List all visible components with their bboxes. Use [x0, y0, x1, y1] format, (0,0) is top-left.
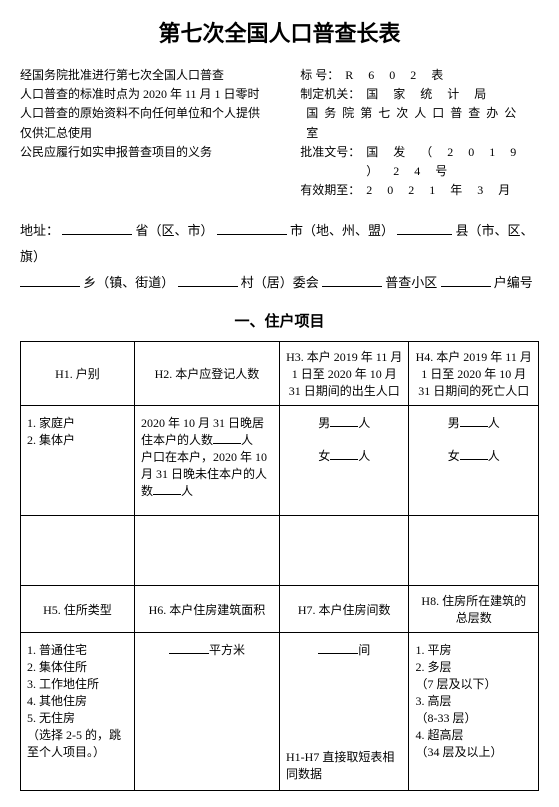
th-h8: H8. 住房所在建筑的总层数 [409, 586, 539, 633]
th-h2: H2. 本户应登记人数 [134, 342, 279, 406]
unit: 平方米 [209, 643, 245, 657]
unit: 人 [358, 416, 370, 430]
option: 2. 集体住所 [27, 658, 128, 675]
section-title: 一、住户项目 [20, 310, 539, 331]
table-household-top: H1. 户别 H2. 本户应登记人数 H3. 本户 2019 年 11 月 1 … [20, 341, 539, 586]
option: 1. 普通住宅 [27, 641, 128, 658]
cell-empty [134, 516, 279, 586]
option: 3. 高层 [415, 692, 532, 709]
th-h3: H3. 本户 2019 年 11 月 1 日至 2020 年 10 月 31 日… [279, 342, 409, 406]
header-left-line: 仅供汇总使用 [20, 124, 290, 143]
note: （34 层及以上） [415, 743, 532, 760]
cell-h1: 1. 家庭户 2. 集体户 [21, 406, 135, 516]
hr-value: 国 发 （ 2 0 1 9 ） 2 4 号 [360, 143, 539, 181]
cell-h4: 男人 女人 [409, 406, 539, 516]
cell-h5: 1. 普通住宅 2. 集体住所 3. 工作地住所 4. 其他住房 5. 无住房 … [21, 633, 135, 791]
hr-label: 有效期至： [300, 181, 360, 200]
header-left-line: 经国务院批准进行第七次全国人口普查 [20, 66, 290, 85]
cell-h2: 2020 年 10 月 31 日晚居住本户的人数人 户口在本户，2020 年 1… [134, 406, 279, 516]
text: 人 [241, 433, 253, 447]
label-female: 女 [448, 449, 460, 463]
address-block: 地址： 省（区、市） 市（地、州、盟） 县（市、区、旗） 乡（镇、街道） 村（居… [20, 218, 539, 296]
header-left: 经国务院批准进行第七次全国人口普查 人口普查的标准时点为 2020 年 11 月… [20, 66, 290, 200]
option: 5. 无住房 [27, 709, 128, 726]
text: 人 [181, 484, 193, 498]
hr-value: 国 家 统 计 局 [360, 85, 492, 104]
addr-label: 村（居）委会 [241, 275, 319, 290]
th-h7: H7. 本户住房间数 [279, 586, 409, 633]
note: H1-H7 直接取短表相同数据 [286, 748, 403, 782]
header-left-line: 人口普查的标准时点为 2020 年 11 月 1 日零时 [20, 85, 290, 104]
addr-label: 地址： [20, 223, 59, 238]
cell-empty [21, 516, 135, 586]
unit: 间 [358, 643, 370, 657]
addr-label: 普查小区 [385, 275, 437, 290]
cell-empty [279, 516, 409, 586]
addr-label: 省（区、市） [136, 223, 214, 238]
cell-h6: 平方米 [134, 633, 279, 791]
hr-value: 2 0 2 1 年 3 月 [360, 181, 516, 200]
option: 2. 多层 [415, 658, 532, 675]
addr-label: 乡（镇、街道） [83, 275, 174, 290]
th-h4: H4. 本户 2019 年 11 月 1 日至 2020 年 10 月 31 日… [409, 342, 539, 406]
header-right: 标 号：R 6 0 2 表 制定机关：国 家 统 计 局 国务院第七次人口普查办… [300, 66, 539, 200]
option: 4. 其他住房 [27, 692, 128, 709]
unit: 人 [488, 416, 500, 430]
th-h1: H1. 户别 [21, 342, 135, 406]
hr-label: 批准文号： [300, 143, 360, 181]
option: 3. 工作地住所 [27, 675, 128, 692]
addr-label: 户编号 [494, 275, 533, 290]
option: 1. 家庭户 [27, 414, 128, 431]
cell-h7: 间 H1-H7 直接取短表相同数据 [279, 633, 409, 791]
unit: 人 [358, 449, 370, 463]
option: 2. 集体户 [27, 431, 128, 448]
note: （选择 2-5 的，跳至个人项目。） [27, 726, 128, 760]
note: （8-33 层） [415, 709, 532, 726]
unit: 人 [488, 449, 500, 463]
hr-value: 国务院第七次人口普查办公室 [300, 104, 539, 142]
addr-label: 市（地、州、盟） [290, 223, 394, 238]
label-male: 男 [448, 416, 460, 430]
note: （7 层及以下） [415, 675, 532, 692]
cell-empty [409, 516, 539, 586]
label-male: 男 [318, 416, 330, 430]
hr-value: R 6 0 2 表 [339, 66, 449, 85]
option: 4. 超高层 [415, 726, 532, 743]
header-left-line: 人口普查的原始资料不向任何单位和个人提供 [20, 104, 290, 123]
th-h6: H6. 本户住房建筑面积 [134, 586, 279, 633]
table-household-bottom: H5. 住所类型 H6. 本户住房建筑面积 H7. 本户住房间数 H8. 住房所… [20, 586, 539, 791]
header-left-line: 公民应履行如实申报普查项目的义务 [20, 143, 290, 162]
cell-h3: 男人 女人 [279, 406, 409, 516]
th-h5: H5. 住所类型 [21, 586, 135, 633]
hr-label: 标 号： [300, 66, 339, 85]
page-title: 第七次全国人口普查长表 [20, 16, 539, 48]
header-block: 经国务院批准进行第七次全国人口普查 人口普查的标准时点为 2020 年 11 月… [20, 66, 539, 200]
option: 1. 平房 [415, 641, 532, 658]
label-female: 女 [318, 449, 330, 463]
cell-h8: 1. 平房 2. 多层 （7 层及以下） 3. 高层 （8-33 层） 4. 超… [409, 633, 539, 791]
hr-label: 制定机关： [300, 85, 360, 104]
